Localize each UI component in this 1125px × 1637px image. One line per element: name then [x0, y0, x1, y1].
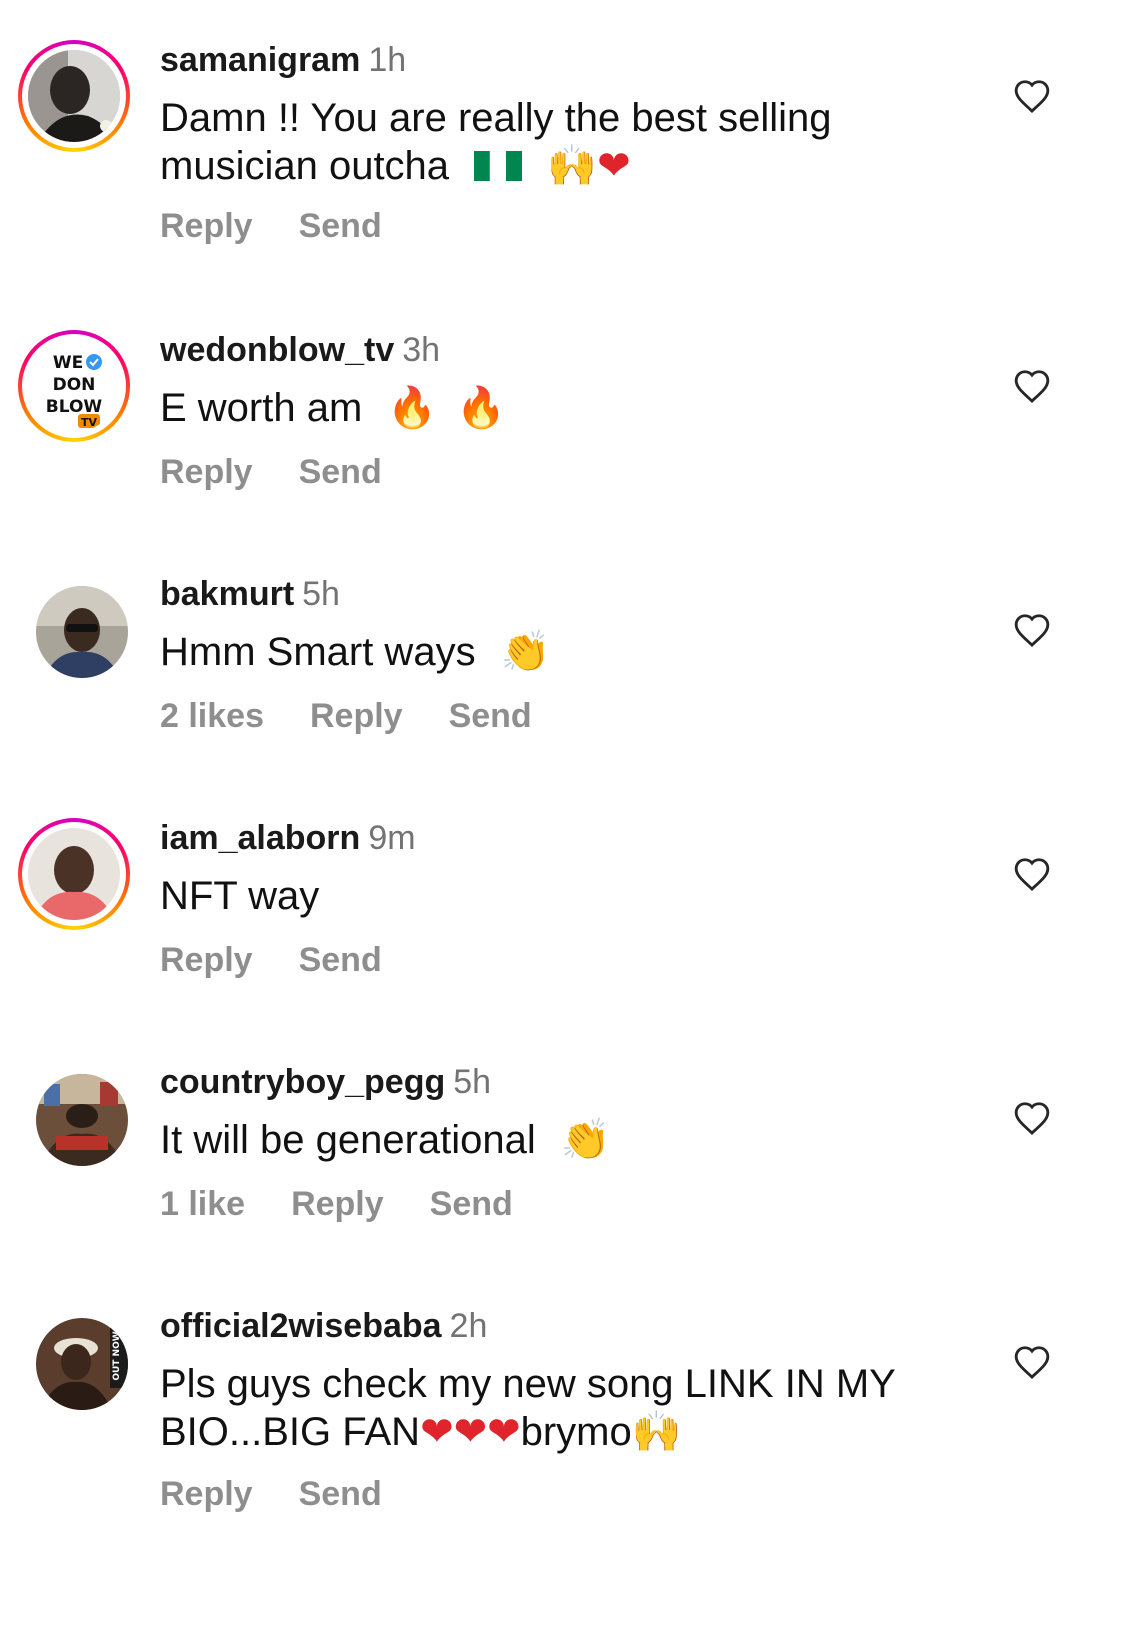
likes-count[interactable]: 2 likes — [160, 697, 264, 735]
comment-header: iam_alaborn 9m — [160, 818, 416, 858]
comment-header: official2wisebaba 2h — [160, 1306, 487, 1346]
avatar-container[interactable] — [18, 574, 130, 686]
comment-text-fragment: Hmm Smart ways — [160, 630, 476, 674]
avatar-story-ring[interactable] — [18, 40, 130, 152]
reply-button[interactable]: Reply — [160, 1475, 253, 1513]
comment-text-fragment: brymo — [520, 1410, 632, 1454]
send-button[interactable]: Send — [299, 453, 382, 491]
send-button[interactable]: Send — [299, 1475, 382, 1513]
avatar — [28, 50, 120, 142]
like-heart-icon[interactable] — [1013, 612, 1051, 648]
avatar-container[interactable] — [18, 1062, 130, 1174]
avatar: WE DON BLOW TV — [28, 340, 120, 432]
logo-text: DON — [53, 375, 96, 395]
reply-button[interactable]: Reply — [160, 207, 253, 245]
comment-header: samanigram 1h — [160, 40, 406, 80]
red-heart-icon: ❤ — [487, 1409, 521, 1455]
send-button[interactable]: Send — [449, 697, 532, 735]
fire-icon: 🔥 — [456, 385, 507, 431]
reply-button[interactable]: Reply — [160, 453, 253, 491]
send-button[interactable]: Send — [299, 941, 382, 979]
avatar — [28, 828, 120, 920]
clapping-hands-icon: 👏 — [560, 1117, 611, 1163]
comment-text-fragment: musician outcha — [160, 144, 450, 188]
reply-button[interactable]: Reply — [291, 1185, 384, 1223]
send-button[interactable]: Send — [430, 1185, 513, 1223]
red-heart-icon: ❤ — [420, 1409, 454, 1455]
avatar-story-ring[interactable]: WE DON BLOW TV — [18, 330, 130, 442]
avatar-photo: OUT NOW — [36, 1318, 128, 1410]
likes-count[interactable]: 1 like — [160, 1185, 245, 1223]
comment-text: E worth am 🔥 🔥 — [160, 384, 980, 432]
comment-actions: Reply Send — [160, 940, 428, 980]
timestamp: 2h — [449, 1307, 488, 1345]
avatar-story-ring[interactable] — [18, 818, 130, 930]
avatar — [36, 586, 128, 678]
comment-text: NFT way — [160, 872, 980, 920]
wedonblow-logo: WE DON BLOW TV — [28, 340, 120, 432]
timestamp: 5h — [302, 575, 340, 613]
timestamp: 5h — [453, 1063, 492, 1101]
comment-header: countryboy_pegg 5h — [160, 1062, 491, 1102]
comment-actions: Reply Send — [160, 452, 428, 492]
username[interactable]: iam_alaborn — [160, 819, 360, 857]
comment-actions: 1 like Reply Send — [160, 1184, 559, 1224]
comment-header: wedonblow_tv 3h — [160, 330, 440, 370]
avatar-photo — [36, 1074, 128, 1166]
reply-button[interactable]: Reply — [310, 697, 403, 735]
like-heart-icon[interactable] — [1013, 368, 1051, 404]
raised-hands-icon: 🙌 — [631, 1409, 682, 1455]
timestamp: 3h — [402, 331, 441, 369]
clapping-hands-icon: 👏 — [500, 629, 551, 675]
comment-text-fragment: It will be generational — [160, 1118, 536, 1162]
username[interactable]: samanigram — [160, 41, 360, 79]
comment-text: Pls guys check my new song LINK IN MY BI… — [160, 1360, 980, 1456]
comment-actions: Reply Send — [160, 1474, 428, 1514]
red-heart-icon: ❤ — [597, 143, 631, 189]
comment-text: Hmm Smart ways 👏 — [160, 628, 980, 676]
like-heart-icon[interactable] — [1013, 1344, 1051, 1380]
send-button[interactable]: Send — [299, 207, 382, 245]
avatar-photo — [28, 828, 120, 920]
logo-text: WE — [53, 353, 83, 373]
like-heart-icon[interactable] — [1013, 1100, 1051, 1136]
like-heart-icon[interactable] — [1013, 78, 1051, 114]
comment-header: bakmurt 5h — [160, 574, 340, 614]
comment-text-fragment: NFT way — [160, 874, 320, 918]
comment-text-line: BIO...BIG FAN❤❤❤brymo🙌 — [160, 1408, 980, 1456]
comment-actions: 2 likes Reply Send — [160, 696, 578, 736]
comment-text: Damn !! You are really the best selling … — [160, 94, 980, 192]
comment-text-line: Pls guys check my new song LINK IN MY — [160, 1362, 896, 1406]
avatar: OUT NOW — [36, 1318, 128, 1410]
comment-text: It will be generational 👏 — [160, 1116, 980, 1164]
avatar-container[interactable]: OUT NOW — [18, 1306, 130, 1418]
red-heart-icon: ❤ — [453, 1409, 488, 1455]
like-heart-icon[interactable] — [1013, 856, 1051, 892]
comment-text-fragment: BIO...BIG FAN — [160, 1410, 421, 1454]
avatar-photo — [28, 50, 120, 142]
raised-hands-icon: 🙌 — [547, 143, 598, 189]
username[interactable]: official2wisebaba — [160, 1307, 442, 1345]
comment-text-fragment: E worth am — [160, 386, 363, 430]
comment-text-line: musician outcha 🙌❤ — [160, 142, 980, 192]
reply-button[interactable]: Reply — [160, 941, 253, 979]
comment-actions: Reply Send — [160, 206, 428, 246]
nigeria-flag-icon — [474, 144, 523, 192]
logo-text: OUT NOW — [112, 1331, 122, 1380]
fire-icon: 🔥 — [387, 385, 438, 431]
avatar — [36, 1074, 128, 1166]
username[interactable]: bakmurt — [160, 575, 294, 613]
username[interactable]: wedonblow_tv — [160, 331, 394, 369]
avatar-photo — [36, 586, 128, 678]
timestamp: 9m — [368, 819, 416, 857]
username[interactable]: countryboy_pegg — [160, 1063, 445, 1101]
comment-text-line: Damn !! You are really the best selling — [160, 96, 832, 140]
timestamp: 1h — [368, 41, 407, 79]
